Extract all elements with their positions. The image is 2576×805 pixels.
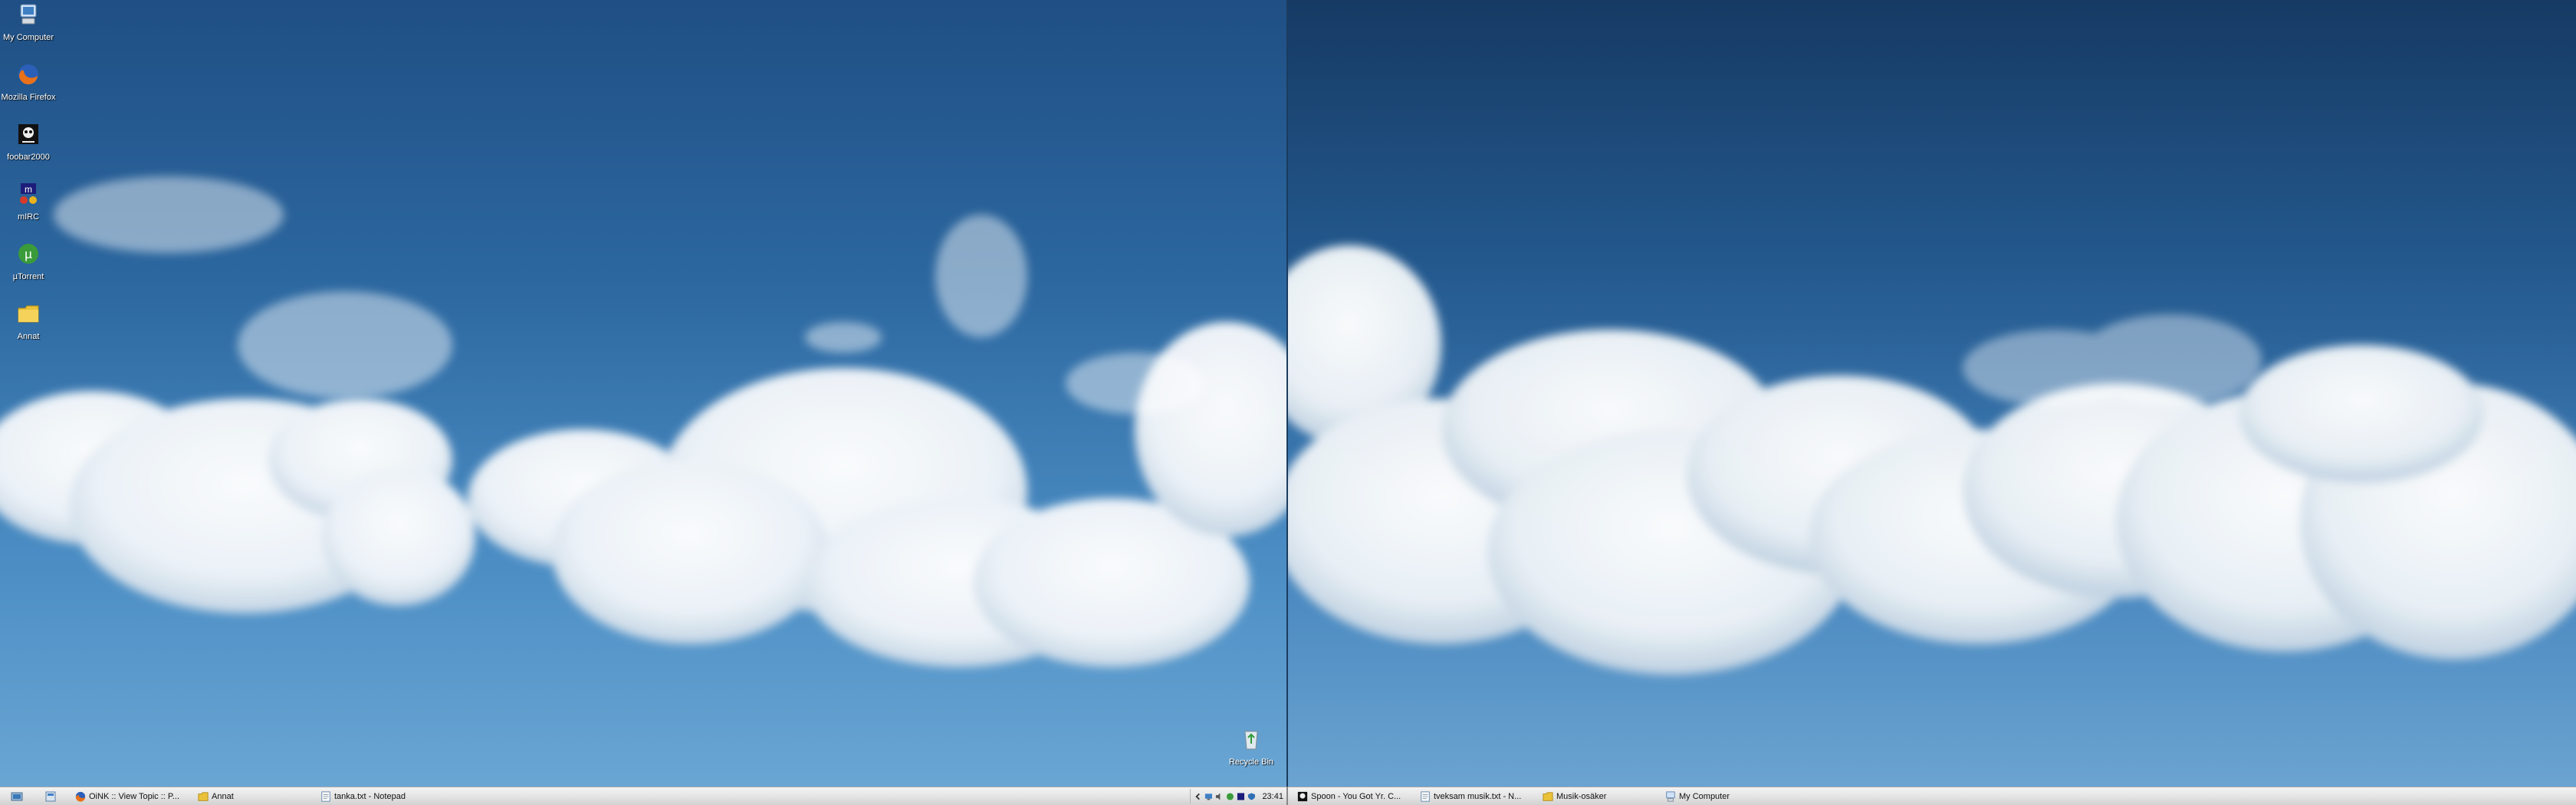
taskbar-button-label: Annat — [212, 791, 234, 801]
taskbar-button-label: My Computer — [1679, 791, 1730, 801]
desktop-left-monitor[interactable]: My Computer Mozilla Firefox foobar2000 m… — [0, 0, 1286, 787]
foobar-icon — [18, 124, 38, 144]
taskbar-button-label: Musik-osäker — [1556, 791, 1607, 801]
desktop-icon-label: mIRC — [17, 212, 40, 222]
svg-text:µ: µ — [25, 247, 32, 261]
computer-icon — [1666, 790, 1675, 802]
cloud-wallpaper-right — [1288, 245, 2576, 675]
explorer-icon[interactable] — [44, 790, 57, 803]
desktop-icon-utorrent[interactable]: µ µTorrent — [1, 242, 56, 281]
arrow-icon[interactable] — [1194, 792, 1202, 801]
firefox-icon — [75, 791, 86, 802]
desktop-icon-label: Mozilla Firefox — [1, 93, 56, 102]
desktop-icon-firefox[interactable]: Mozilla Firefox — [1, 62, 56, 102]
taskbar-button-label: tveksam musik.txt - N... — [1434, 791, 1522, 801]
desktop-icon-label: Recycle Bin — [1228, 757, 1274, 767]
taskbar-button-label: Spoon - You Got Yr. C... — [1311, 791, 1401, 801]
desktop-icon-mirc[interactable]: m mIRC — [1, 182, 56, 222]
taskbar-left[interactable]: OiNK :: View Topic :: P... Annat tanka.t… — [0, 787, 1286, 805]
taskbar-button-my-computer[interactable]: My Computer — [1662, 789, 1780, 803]
desktop-icon-annat[interactable]: Annat — [1, 301, 56, 341]
taskbar-button-notepad-tanka[interactable]: tanka.txt - Notepad — [317, 789, 435, 803]
taskbar-button-annat[interactable]: Annat — [195, 789, 313, 803]
taskbar-right[interactable]: Spoon - You Got Yr. C... tveksam musik.t… — [1288, 787, 2576, 805]
taskbar-button-label: OiNK :: View Topic :: P... — [89, 791, 179, 801]
taskbar-button-musik-osaker[interactable]: Musik-osäker — [1539, 789, 1658, 803]
folder-icon — [18, 305, 39, 323]
taskbar-button-oink[interactable]: OiNK :: View Topic :: P... — [72, 789, 190, 803]
show-desktop-icon[interactable] — [11, 790, 23, 803]
computer-icon — [20, 4, 37, 25]
network-icon[interactable] — [1204, 792, 1213, 801]
desktop-icon-my-computer[interactable]: My Computer — [1, 2, 56, 42]
mirc-tray-icon[interactable] — [1237, 792, 1245, 801]
desktop-icon-foobar2000[interactable]: foobar2000 — [1, 122, 56, 162]
desktop-icon-label: My Computer — [2, 33, 54, 42]
security-icon[interactable] — [1247, 792, 1256, 801]
notepad-icon — [321, 790, 330, 802]
folder-icon — [198, 791, 209, 801]
desktop-right-monitor[interactable] — [1288, 0, 2576, 787]
desktop-icon-recycle-bin[interactable]: Recycle Bin — [1224, 727, 1279, 767]
svg-text:m: m — [25, 184, 32, 195]
foobar-icon — [1297, 791, 1308, 801]
mirc-icon: m — [20, 183, 37, 204]
taskbar-button-foobar-spoon[interactable]: Spoon - You Got Yr. C... — [1294, 789, 1412, 803]
utorrent-icon: µ — [18, 244, 38, 264]
firefox-icon — [18, 64, 38, 85]
cloud-wallpaper-left — [0, 176, 1286, 667]
desktop-icon-label: Annat — [17, 332, 40, 341]
recycle-bin-icon — [1244, 731, 1258, 750]
desktop-icon-label: µTorrent — [12, 272, 44, 281]
volume-icon[interactable] — [1215, 792, 1224, 801]
notepad-icon — [1421, 790, 1430, 802]
utorrent-tray-icon[interactable] — [1226, 792, 1234, 801]
folder-icon — [1543, 791, 1553, 801]
taskbar-clock[interactable]: 23:41 — [1262, 792, 1283, 801]
desktop-icon-label: foobar2000 — [7, 153, 50, 162]
taskbar-button-notepad-tveksam[interactable]: tveksam musik.txt - N... — [1417, 789, 1535, 803]
taskbar-button-label: tanka.txt - Notepad — [334, 791, 406, 801]
system-tray[interactable]: 23:41 — [1190, 789, 1283, 803]
